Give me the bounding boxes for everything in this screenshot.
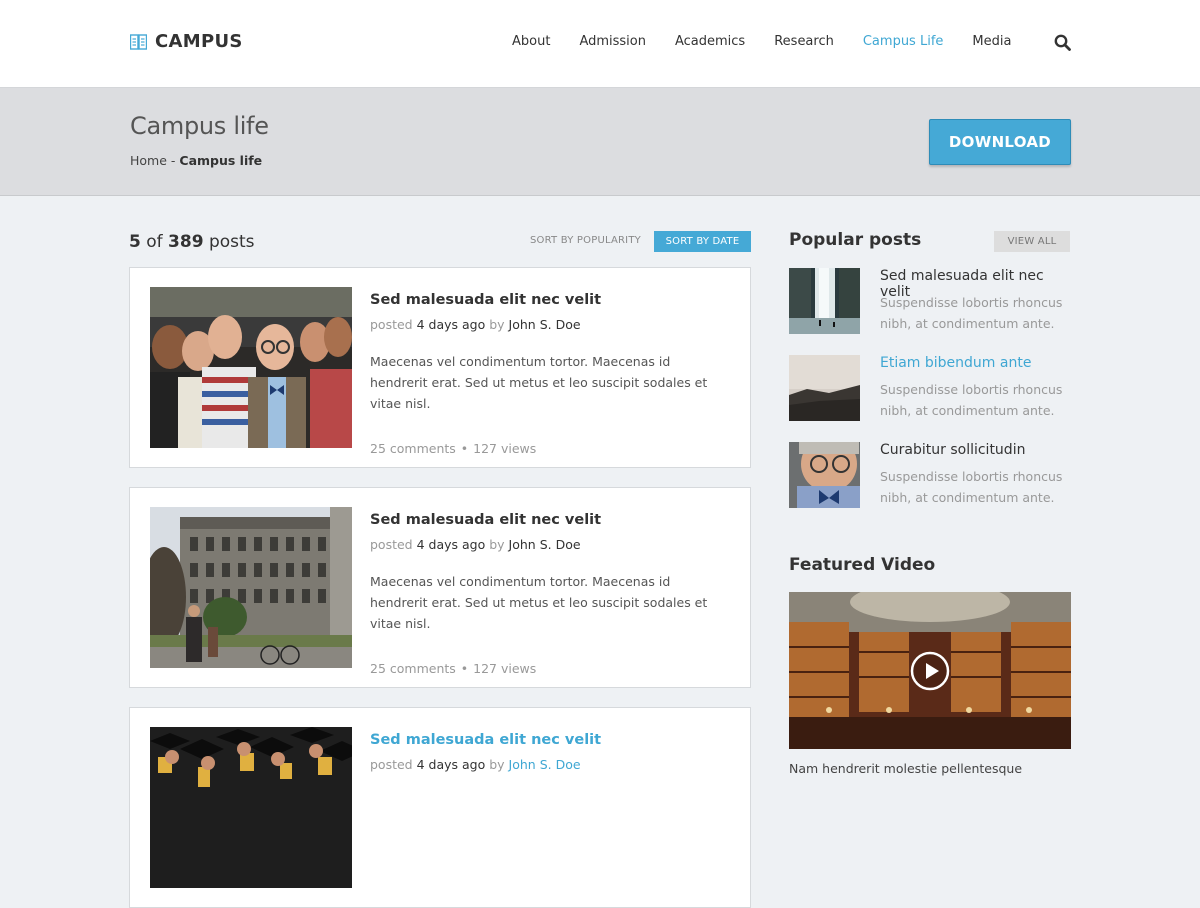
popular-post-desc: Suspendisse lobortis rhoncus nibh, at co… [880, 382, 1063, 418]
post-meta-by: by [485, 317, 509, 332]
download-button[interactable]: DOWNLOAD [929, 119, 1071, 165]
popular-post-title[interactable]: Curabitur sollicitudin [880, 442, 1025, 458]
post-body: Sed malesuada elit nec velit posted 4 da… [370, 512, 730, 676]
logo-text: CAMPUS [155, 31, 243, 52]
nav-media[interactable]: Media [972, 34, 1011, 49]
popular-post-title[interactable]: Etiam bibendum ante [880, 355, 1031, 371]
stats-separator-dot: • [460, 661, 469, 676]
post-date: 4 days ago [416, 317, 486, 332]
post-excerpt: Maecenas vel condimentum tortor. Maecena… [370, 574, 708, 631]
nav-research[interactable]: Research [774, 34, 834, 49]
breadcrumb-home[interactable]: Home [130, 153, 167, 168]
posts-list: 5 of 389 posts SORT BY POPULARITY SORT B… [129, 230, 751, 908]
post-count-of: of [140, 232, 169, 252]
post-meta: posted 4 days ago by John S. Doe [370, 537, 730, 552]
post-meta-by: by [485, 757, 509, 772]
post-card: Sed malesuada elit nec velit posted 4 da… [129, 267, 751, 468]
nav-about[interactable]: About [512, 34, 550, 49]
page-title-bar: Campus life Home - Campus life DOWNLOAD [0, 88, 1200, 196]
post-meta: posted 4 days ago by John S. Doe [370, 317, 730, 332]
nav-academics[interactable]: Academics [675, 34, 745, 49]
nav-campus-life[interactable]: Campus Life [863, 34, 944, 49]
popular-post-desc: Suspendisse lobortis rhoncus nibh, at co… [880, 469, 1063, 505]
post-date: 4 days ago [416, 537, 486, 552]
popular-post-desc: Suspendisse lobortis rhoncus nibh, at co… [880, 295, 1063, 331]
post-thumbnail-group-photo[interactable] [150, 287, 352, 448]
post-card: Sed malesuada elit nec velit posted 4 da… [129, 707, 751, 908]
post-views: 127 views [473, 661, 537, 676]
post-stats: 25 comments • 127 views [370, 661, 730, 676]
sidebar: Popular posts VIEW ALL Sed malesuada eli… [789, 230, 1071, 776]
stats-separator-dot: • [460, 441, 469, 456]
featured-video-caption[interactable]: Nam hendrerit molestie pellentesque [789, 761, 1022, 776]
post-title[interactable]: Sed malesuada elit nec velit [370, 292, 730, 308]
popular-post-item[interactable]: Curabitur sollicitudin Suspendisse lobor… [789, 442, 1071, 512]
post-comments[interactable]: 25 comments [370, 441, 456, 456]
post-count-shown: 5 [129, 232, 141, 252]
site-header: CAMPUS About Admission Academics Researc… [0, 0, 1200, 88]
nav-admission[interactable]: Admission [579, 34, 646, 49]
post-meta: posted 4 days ago by John S. Doe [370, 757, 730, 772]
popular-post-item[interactable]: Sed malesuada elit nec velit Suspendisse… [789, 268, 1071, 338]
post-title[interactable]: Sed malesuada elit nec velit [370, 732, 730, 748]
post-count: 5 of 389 posts [129, 232, 255, 252]
post-author[interactable]: John S. Doe [509, 757, 581, 772]
post-count-total: 389 [168, 232, 204, 252]
post-author[interactable]: John S. Doe [509, 537, 581, 552]
post-title[interactable]: Sed malesuada elit nec velit [370, 512, 730, 528]
post-views: 127 views [473, 441, 537, 456]
posts-header: 5 of 389 posts SORT BY POPULARITY SORT B… [129, 230, 751, 254]
sort-by-popularity[interactable]: SORT BY POPULARITY [530, 235, 641, 246]
popular-thumbnail-waterfall[interactable] [789, 268, 860, 334]
featured-video-heading: Featured Video [789, 555, 936, 575]
post-meta-posted: posted [370, 317, 417, 332]
post-comments[interactable]: 25 comments [370, 661, 456, 676]
post-meta-by: by [485, 537, 509, 552]
post-count-suffix: posts [203, 232, 255, 252]
popular-thumbnail-landscape[interactable] [789, 355, 860, 421]
post-author[interactable]: John S. Doe [509, 317, 581, 332]
popular-thumbnail-portrait[interactable] [789, 442, 860, 508]
post-date: 4 days ago [416, 757, 486, 772]
post-body: Sed malesuada elit nec velit posted 4 da… [370, 732, 730, 791]
page-title: Campus life [130, 112, 269, 140]
play-icon[interactable] [909, 650, 951, 692]
post-stats: 25 comments • 127 views [370, 441, 730, 456]
breadcrumb-separator: - [166, 153, 180, 168]
post-meta-posted: posted [370, 537, 417, 552]
view-all-button[interactable]: VIEW ALL [994, 231, 1070, 252]
post-meta-posted: posted [370, 757, 417, 772]
breadcrumb-current: Campus life [179, 153, 263, 168]
popular-post-item[interactable]: Etiam bibendum ante Suspendisse lobortis… [789, 355, 1071, 425]
search-icon[interactable] [1054, 34, 1071, 51]
sort-by-date-button[interactable]: SORT BY DATE [654, 231, 751, 252]
post-thumbnail-graduation[interactable] [150, 727, 352, 888]
post-thumbnail-building[interactable] [150, 507, 352, 668]
logo[interactable]: CAMPUS [130, 31, 243, 52]
post-body: Sed malesuada elit nec velit posted 4 da… [370, 292, 730, 456]
breadcrumb: Home - Campus life [130, 153, 262, 168]
post-card: Sed malesuada elit nec velit posted 4 da… [129, 487, 751, 688]
main-nav: About Admission Academics Research Campu… [512, 34, 1040, 49]
open-book-icon [130, 33, 147, 50]
post-excerpt: Maecenas vel condimentum tortor. Maecena… [370, 354, 708, 411]
featured-video-player[interactable] [789, 592, 1071, 749]
